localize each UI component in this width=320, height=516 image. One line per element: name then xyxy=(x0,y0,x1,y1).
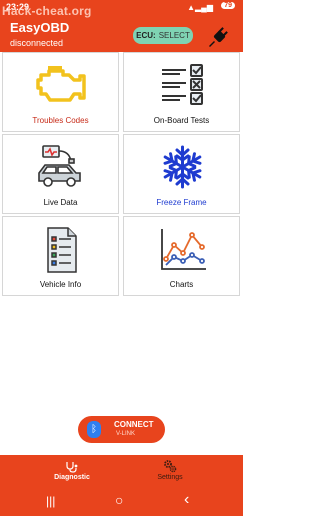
tile-label: On-Board Tests xyxy=(153,116,210,125)
battery-icon: 79 xyxy=(221,2,235,9)
signal-icon: ▲▂▄▆ xyxy=(187,3,213,12)
tile-freeze-frame[interactable]: Freeze Frame xyxy=(123,134,240,214)
snowflake-icon xyxy=(160,145,205,189)
ecu-label: ECU: xyxy=(136,31,156,40)
tile-troubles-codes[interactable]: Troubles Codes xyxy=(2,52,119,132)
stethoscope-icon xyxy=(66,462,78,473)
connection-status: disconnected xyxy=(10,38,64,48)
app-bar: EasyOBD disconnected ECU: SELECT xyxy=(0,14,243,52)
nav-diagnostic[interactable]: Diagnostic xyxy=(22,455,122,488)
app-title: EasyOBD xyxy=(10,20,70,35)
document-icon xyxy=(47,227,77,273)
tile-on-board-tests[interactable]: On-Board Tests xyxy=(123,52,240,132)
tile-live-data[interactable]: Live Data xyxy=(2,134,119,214)
ecu-select-button[interactable]: ECU: SELECT xyxy=(133,27,193,44)
tile-label: Live Data xyxy=(43,198,78,207)
home-button[interactable]: ○ xyxy=(115,492,123,508)
tile-charts[interactable]: Charts xyxy=(123,216,240,296)
recent-apps-button[interactable]: ||| xyxy=(46,494,55,508)
nav-label: Diagnostic xyxy=(54,474,90,481)
plug-icon[interactable] xyxy=(205,26,229,50)
line-chart-icon xyxy=(161,229,206,270)
nav-settings[interactable]: Settings xyxy=(120,455,220,488)
diagnostic-grid: Troubles Codes On-Board Tests Live Data … xyxy=(2,52,241,298)
checklist-icon xyxy=(162,64,203,105)
car-monitor-icon xyxy=(38,145,81,187)
adapter-label: V-LINK xyxy=(116,431,136,437)
tile-label: Vehicle Info xyxy=(39,280,82,289)
tile-label: Charts xyxy=(169,280,194,289)
tile-label: Freeze Frame xyxy=(156,198,207,207)
watermark-text: Hack-cheat.org xyxy=(2,4,92,18)
gears-icon xyxy=(164,460,177,473)
back-button[interactable]: ‹ xyxy=(184,491,189,509)
system-nav-bar: ||| ○ ‹ xyxy=(0,488,243,516)
nav-label: Settings xyxy=(157,474,183,481)
tile-label: Troubles Codes xyxy=(32,116,89,125)
ecu-value: SELECT xyxy=(158,31,190,40)
engine-warning-icon xyxy=(36,66,86,102)
connect-label: CONNECT xyxy=(114,420,154,429)
tile-vehicle-info[interactable]: Vehicle Info xyxy=(2,216,119,296)
connect-button[interactable]: ᛒ CONNECT V-LINK xyxy=(78,416,165,443)
bluetooth-icon: ᛒ xyxy=(87,421,101,438)
bottom-nav: Diagnostic Settings xyxy=(0,455,243,488)
